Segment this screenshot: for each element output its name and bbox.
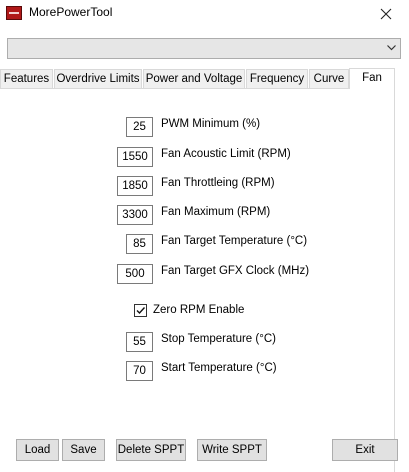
pwm-minimum-label: PWM Minimum (%) <box>161 118 261 130</box>
fan-maximum-input[interactable]: 3300 <box>117 205 153 225</box>
tab-overdrive-limits[interactable]: Overdrive Limits <box>54 69 142 88</box>
fan-target-temperature-label: Fan Target Temperature (°C) <box>161 235 308 247</box>
chevron-down-icon <box>387 45 396 51</box>
window-title: MorePowerTool <box>29 5 113 19</box>
tab-frequency[interactable]: Frequency <box>246 69 308 88</box>
zero-rpm-label: Zero RPM Enable <box>153 304 245 316</box>
fan-target-gfx-clock-input[interactable]: 500 <box>117 264 153 284</box>
tab-strip: Features Overdrive Limits Power and Volt… <box>0 68 409 89</box>
fan-acoustic-limit-label: Fan Acoustic Limit (RPM) <box>161 148 291 160</box>
zero-rpm-checkbox[interactable] <box>134 304 147 317</box>
tab-features[interactable]: Features <box>0 69 53 88</box>
fan-maximum-label: Fan Maximum (RPM) <box>161 206 271 218</box>
delete-sppt-button[interactable]: Delete SPPT <box>116 439 186 461</box>
fan-target-temperature-input[interactable]: 85 <box>126 234 153 254</box>
start-temperature-input[interactable]: 70 <box>126 361 153 381</box>
stop-temperature-input[interactable]: 55 <box>126 332 153 352</box>
fan-target-gfx-clock-label: Fan Target GFX Clock (MHz) <box>161 265 310 277</box>
close-icon <box>380 8 392 20</box>
pwm-minimum-input[interactable]: 25 <box>126 117 153 137</box>
tab-fan[interactable]: Fan <box>349 68 395 89</box>
fan-tab-panel <box>0 88 395 472</box>
save-button[interactable]: Save <box>62 439 105 461</box>
tab-power-and-voltage[interactable]: Power and Voltage <box>143 69 245 88</box>
write-sppt-button[interactable]: Write SPPT <box>197 439 267 461</box>
start-temperature-label: Start Temperature (°C) <box>161 362 277 374</box>
close-button[interactable] <box>363 0 409 28</box>
fan-throttling-label: Fan Throttleing (RPM) <box>161 177 275 189</box>
stop-temperature-label: Stop Temperature (°C) <box>161 333 276 345</box>
fan-throttling-input[interactable]: 1850 <box>117 176 153 196</box>
tab-curve[interactable]: Curve <box>309 69 349 88</box>
load-button[interactable]: Load <box>16 439 59 461</box>
title-bar: MorePowerTool <box>0 0 409 28</box>
checkmark-icon <box>136 307 146 315</box>
app-logo-icon <box>6 6 22 20</box>
fan-acoustic-limit-input[interactable]: 1550 <box>117 147 153 167</box>
profile-select[interactable] <box>7 38 401 59</box>
exit-button[interactable]: Exit <box>332 439 398 461</box>
